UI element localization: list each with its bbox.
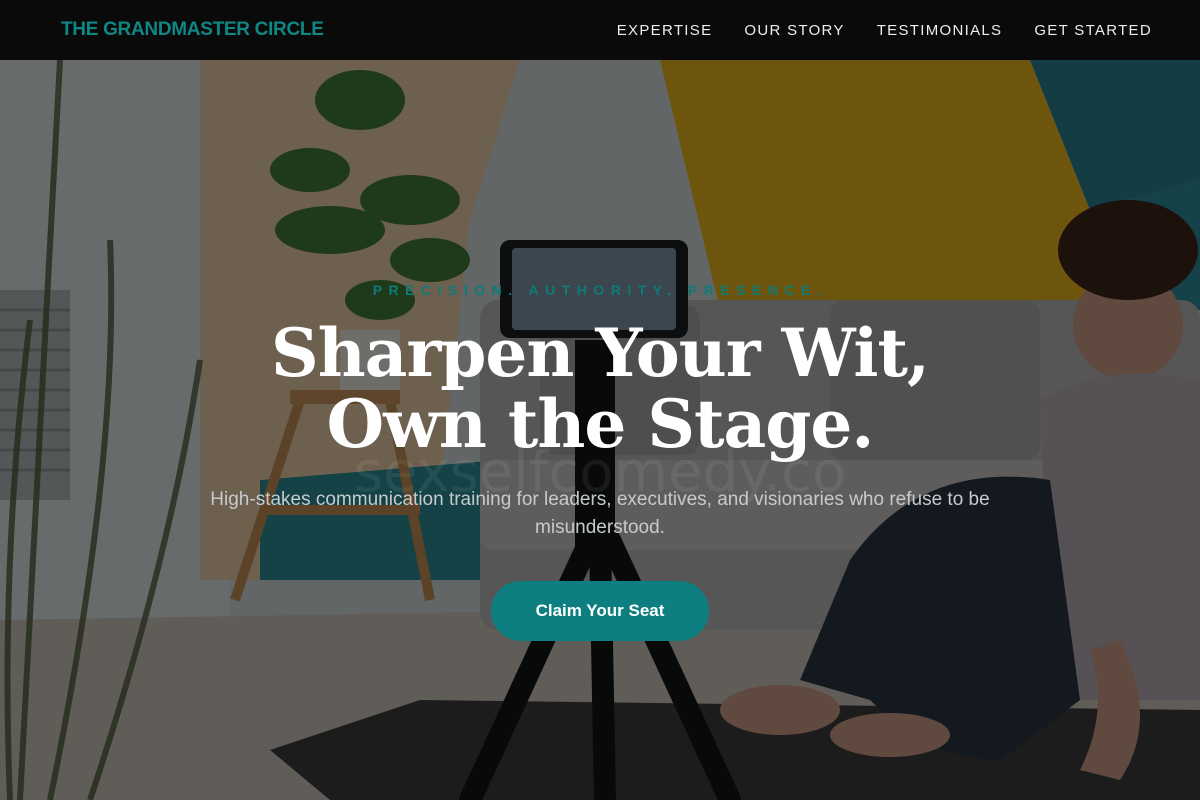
- hero-headline-line-1: Sharpen Your Wit,: [271, 314, 930, 392]
- nav-link-our-story[interactable]: OUR STORY: [744, 22, 844, 39]
- hero-headline: Sharpen Your Wit, Own the Stage.: [0, 318, 1200, 460]
- nav-link-get-started[interactable]: GET STARTED: [1034, 22, 1152, 39]
- hero-tagline: PRECISION. AUTHORITY. PRESENCE.: [372, 282, 828, 298]
- hero-headline-line-2: Own the Stage.: [326, 385, 875, 463]
- hero-subtext: High-stakes communication training for l…: [210, 489, 990, 538]
- main-nav: EXPERTISE OUR STORY TESTIMONIALS GET STA…: [617, 22, 1152, 39]
- site-header: THE GRANDMASTER CIRCLE EXPERTISE OUR STO…: [0, 0, 1200, 60]
- nav-link-testimonials[interactable]: TESTIMONIALS: [877, 22, 1003, 39]
- nav-link-expertise[interactable]: EXPERTISE: [617, 22, 713, 39]
- brand-logo[interactable]: THE GRANDMASTER CIRCLE: [61, 19, 324, 41]
- hero-content: sexselfcomedy.co PRECISION. AUTHORITY. P…: [0, 60, 1200, 800]
- hero-section: sexselfcomedy.co PRECISION. AUTHORITY. P…: [0, 60, 1200, 800]
- claim-your-seat-button[interactable]: Claim Your Seat: [491, 581, 709, 641]
